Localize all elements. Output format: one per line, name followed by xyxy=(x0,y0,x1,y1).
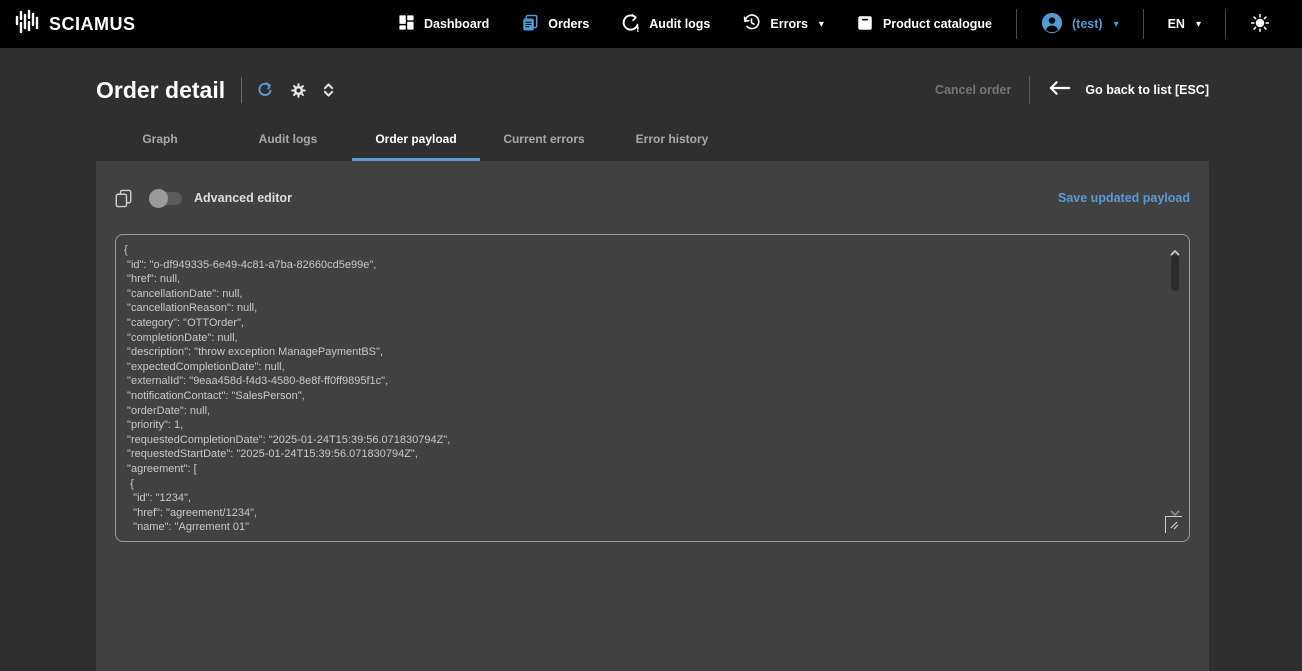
nav-separator xyxy=(1143,9,1144,39)
editor-toolbar: Advanced editor Save updated payload xyxy=(115,183,1190,213)
scroll-down-icon[interactable] xyxy=(1170,503,1180,509)
toggle-knob xyxy=(149,189,168,208)
nav-item-product-catalogue[interactable]: Product catalogue xyxy=(840,14,1008,35)
user-avatar-icon xyxy=(1041,12,1063,37)
settings-gear-button[interactable] xyxy=(290,82,307,99)
nav-item-audit-logs[interactable]: Audit logs xyxy=(605,13,726,35)
nav-item-label: Errors xyxy=(770,17,808,31)
page-title: Order detail xyxy=(96,77,225,104)
scroll-up-icon[interactable] xyxy=(1170,243,1180,249)
language-menu[interactable]: EN ▾ xyxy=(1152,17,1217,31)
action-separator xyxy=(1029,76,1030,104)
tab-current-errors[interactable]: Current errors xyxy=(480,124,608,161)
user-menu[interactable]: (test) ▾ xyxy=(1025,12,1135,37)
arrow-left-icon xyxy=(1048,80,1071,101)
payload-text[interactable]: { "id": "o-df949335-6e49-4c81-a7ba-82660… xyxy=(124,243,1159,535)
user-label: (test) xyxy=(1072,17,1103,31)
expand-collapse-button[interactable] xyxy=(323,82,334,98)
brand-name: SCIAMUS xyxy=(49,14,136,35)
save-updated-payload-button[interactable]: Save updated payload xyxy=(1058,191,1190,205)
scrollbar-thumb[interactable] xyxy=(1171,255,1179,291)
nav-item-label: Product catalogue xyxy=(883,17,992,31)
brand-logo[interactable]: SCIAMUS xyxy=(14,9,136,40)
refresh-button[interactable] xyxy=(256,81,274,99)
cancel-order-button[interactable]: Cancel order xyxy=(935,83,1011,97)
theme-toggle-button[interactable] xyxy=(1234,13,1286,36)
nav-item-orders[interactable]: Orders xyxy=(505,14,605,35)
nav-item-label: Dashboard xyxy=(424,17,489,31)
go-back-label: Go back to list [ESC] xyxy=(1085,83,1209,97)
tab-error-history[interactable]: Error history xyxy=(608,124,736,161)
nav-separator xyxy=(1016,9,1017,39)
top-nav: SCIAMUS Dashboard xyxy=(0,0,1302,48)
nav-item-label: Audit logs xyxy=(649,17,710,31)
title-separator xyxy=(241,77,242,103)
nav-separator xyxy=(1225,9,1226,39)
payload-editor[interactable]: { "id": "o-df949335-6e49-4c81-a7ba-82660… xyxy=(115,234,1190,542)
resize-grip[interactable] xyxy=(1165,516,1182,533)
tab-graph[interactable]: Graph xyxy=(96,124,224,161)
sun-icon xyxy=(1250,13,1270,36)
nav-item-dashboard[interactable]: Dashboard xyxy=(382,14,505,34)
audit-logs-icon xyxy=(621,13,640,35)
nav-item-errors[interactable]: Errors ▾ xyxy=(726,13,840,35)
brand-logo-icon xyxy=(14,9,40,40)
orders-icon xyxy=(521,14,539,35)
chevron-down-icon: ▾ xyxy=(819,19,824,30)
nav-group: Dashboard Orders xyxy=(382,9,1286,39)
advanced-editor-label: Advanced editor xyxy=(194,191,292,205)
language-label: EN xyxy=(1168,17,1185,31)
go-back-button[interactable]: Go back to list [ESC] xyxy=(1048,80,1209,101)
tab-audit-logs[interactable]: Audit logs xyxy=(224,124,352,161)
editor-scrollbar[interactable] xyxy=(1168,241,1182,535)
nav-item-label: Orders xyxy=(548,17,589,31)
tab-bar: Graph Audit logs Order payload Current e… xyxy=(96,124,1209,161)
chevron-down-icon: ▾ xyxy=(1196,19,1201,30)
order-payload-panel: Advanced editor Save updated payload { "… xyxy=(96,161,1209,671)
page-header: Order detail xyxy=(96,48,1209,112)
errors-history-icon xyxy=(742,13,761,35)
dashboard-icon xyxy=(398,14,415,34)
advanced-editor-toggle[interactable] xyxy=(150,192,182,205)
chevron-down-icon: ▾ xyxy=(1114,19,1119,30)
product-catalogue-icon xyxy=(856,14,874,35)
tab-order-payload[interactable]: Order payload xyxy=(352,124,480,161)
copy-button[interactable] xyxy=(115,189,132,208)
